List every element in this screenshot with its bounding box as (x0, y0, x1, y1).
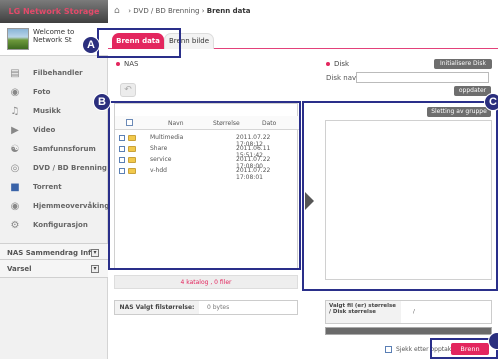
annotation-box-a (97, 28, 181, 58)
sidebar-item-label: Video (33, 126, 56, 134)
sidebar-item-label: Musikk (33, 107, 61, 115)
photo-icon: ◉ (10, 87, 20, 98)
disk-size-label: Valgt fil (er) størrelse / Disk størrels… (326, 301, 401, 323)
annotation-box-c (302, 101, 498, 291)
section-label: NAS Sammendrag Info (7, 249, 96, 257)
file-manager-icon: ▤ (10, 68, 20, 79)
collapse-toggle-icon[interactable]: ▾ (91, 265, 99, 273)
nas-selected-size-label: NAS Valgt filstørrelse: (115, 301, 199, 314)
welcome-text: Welcome to Network St (33, 28, 74, 44)
sidebar-item-label: Konfigurasjon (33, 221, 88, 229)
sidebar-item-samfunnsforum[interactable]: ☯ Samfunnsforum (0, 140, 108, 159)
back-button[interactable]: ↶ (120, 83, 136, 97)
community-icon: ☯ (10, 144, 20, 155)
section-varsel[interactable]: Varsel ▾ (0, 259, 108, 278)
disk-name-input[interactable] (356, 72, 489, 83)
nas-selected-size: NAS Valgt filstørrelse: 0 bytes (114, 300, 298, 315)
bullet-icon (326, 62, 330, 66)
breadcrumb: ⌂ › DVD / BD Brenning › Brenn data (114, 4, 494, 18)
sidebar-item-hjemmeovervaking[interactable]: ◉ Hjemmeovervåking (0, 197, 110, 216)
refresh-button[interactable]: oppdater (454, 86, 491, 96)
sidebar-item-label: Samfunnsforum (33, 145, 96, 153)
nas-summary-footer: 4 katalog , 0 filer (114, 275, 298, 289)
nas-section-label: NAS (116, 60, 138, 68)
sidebar-item-label: Hjemmeovervåking (33, 202, 110, 210)
disk-section-label: Disk (326, 60, 349, 68)
sidebar-item-label: Foto (33, 88, 51, 96)
initialize-disk-button[interactable]: Initialisere Disk (434, 59, 492, 69)
sidebar-item-konfigurasjon[interactable]: ⚙ Konfigurasjon (0, 216, 108, 235)
welcome-line-2: Network St (33, 36, 72, 44)
back-arrow-icon: ↶ (124, 85, 132, 95)
sidebar-item-torrent[interactable]: ■ Torrent (0, 178, 108, 197)
burn-progress-bar (325, 327, 492, 335)
sidebar-item-label: Torrent (33, 183, 62, 191)
nas-selected-size-value: 0 bytes (207, 304, 230, 311)
annotation-marker-a: A (82, 36, 100, 54)
disc-icon: ◎ (10, 163, 20, 174)
disk-size-value: / (413, 309, 415, 315)
section-label: Varsel (7, 265, 32, 273)
video-icon: ▶ (11, 125, 19, 136)
disk-label-text: Disk (334, 60, 350, 68)
torrent-icon: ■ (10, 182, 20, 193)
breadcrumb-current: Brenn data (206, 7, 251, 15)
bullet-icon (116, 62, 120, 66)
welcome-line-1: Welcome to (33, 28, 75, 36)
collapse-toggle-icon[interactable]: ▾ (91, 249, 99, 257)
camera-icon: ◉ (10, 201, 20, 212)
sidebar-item-video[interactable]: ▶ Video (0, 121, 108, 140)
breadcrumb-path[interactable]: DVD / BD Brenning (133, 7, 199, 15)
disk-size-info: Valgt fil (er) størrelse / Disk størrels… (325, 300, 492, 324)
avatar (7, 28, 29, 50)
brand-logo: LG Network Storage (0, 0, 108, 23)
music-icon: ♫ (10, 106, 20, 117)
sidebar-item-dvd-bd-brenning[interactable]: ◎ DVD / BD Brenning (0, 159, 108, 178)
annotation-marker-b: B (93, 93, 111, 111)
sidebar-item-musikk[interactable]: ♫ Musikk (0, 102, 108, 121)
nas-label-text: NAS (124, 60, 139, 68)
annotation-marker-c: C (484, 93, 498, 111)
gear-icon: ⚙ (10, 220, 20, 231)
home-icon[interactable]: ⌂ (114, 4, 126, 18)
sidebar-item-filbehandler[interactable]: ▤ Filbehandler (0, 64, 108, 83)
annotation-box-b (108, 101, 301, 270)
sidebar-item-foto[interactable]: ◉ Foto (0, 83, 108, 102)
sidebar-item-label: Filbehandler (33, 69, 83, 77)
verify-after-burn-checkbox[interactable] (385, 346, 392, 353)
sidebar-item-label: DVD / BD Brenning (33, 164, 107, 172)
